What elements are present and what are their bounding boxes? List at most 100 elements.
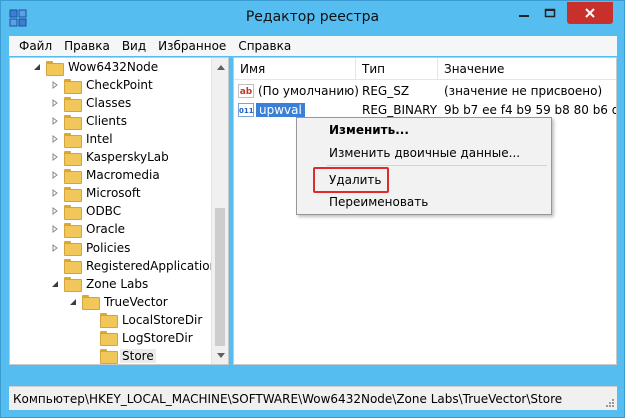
collapsed-arrow-icon[interactable] xyxy=(50,80,60,90)
menu-item-modify-binary[interactable]: Изменить двоичные данные... xyxy=(329,143,520,163)
menu-view[interactable]: Вид xyxy=(116,39,152,53)
title-bar[interactable]: Редактор реестра xyxy=(1,1,624,35)
menu-file[interactable]: Файл xyxy=(13,39,58,53)
tree-scrollbar[interactable] xyxy=(211,58,228,364)
value-type: REG_SZ xyxy=(362,84,410,98)
folder-icon xyxy=(64,96,82,112)
menu-favorites[interactable]: Избранное xyxy=(152,39,232,53)
status-bar: Компьютер\HKEY_LOCAL_MACHINE\SOFTWARE\Wo… xyxy=(9,386,617,410)
tree-item[interactable]: Classes xyxy=(50,94,133,112)
tree-item[interactable]: ODBC xyxy=(50,202,123,220)
tree-item-label: TrueVector xyxy=(104,294,168,309)
expanded-arrow-icon[interactable] xyxy=(32,62,42,72)
tree-item[interactable]: CheckPoint xyxy=(50,76,155,94)
tree-item[interactable]: Policies xyxy=(50,239,132,257)
folder-icon xyxy=(100,331,118,347)
menu-item-rename[interactable]: Переименовать xyxy=(329,192,428,212)
tree-item-label: Wow6432Node xyxy=(68,60,159,74)
value-data: (значение не присвоено) xyxy=(444,84,603,98)
folder-icon xyxy=(64,241,82,256)
tree-item[interactable]: Intel xyxy=(50,130,115,148)
collapsed-arrow-icon[interactable] xyxy=(50,116,60,126)
menu-bar: Файл Правка Вид Избранное Справка xyxy=(9,36,617,56)
tree-item-label: Store xyxy=(120,348,156,363)
tree-item[interactable]: LogStoreDir xyxy=(86,329,195,347)
column-header-value[interactable]: Значение xyxy=(438,58,616,80)
tree-item-label: Classes xyxy=(86,96,132,111)
no-expander xyxy=(50,261,60,271)
no-expander xyxy=(86,315,96,325)
tree-item[interactable]: Oracle xyxy=(50,220,127,238)
tree-item-label: CheckPoint xyxy=(86,78,153,93)
scroll-thumb[interactable] xyxy=(215,208,225,346)
status-path: Компьютер\HKEY_LOCAL_MACHINE\SOFTWARE\Wo… xyxy=(13,392,563,406)
resize-grip-icon[interactable] xyxy=(605,398,615,408)
tree-item-label: LogStoreDir xyxy=(122,330,193,345)
expanded-arrow-icon[interactable] xyxy=(68,297,78,307)
tree-item[interactable]: Clients xyxy=(50,112,129,130)
tree-item[interactable]: RegisteredApplications xyxy=(50,257,225,275)
menu-edit[interactable]: Правка xyxy=(58,39,116,53)
folder-icon xyxy=(64,222,82,238)
string-value-icon: ab xyxy=(238,84,254,98)
no-expander xyxy=(86,351,96,361)
minimize-icon xyxy=(519,15,529,17)
collapsed-arrow-icon[interactable] xyxy=(50,188,60,198)
tree-item-label: Clients xyxy=(86,114,127,129)
tree-item[interactable]: Microsoft xyxy=(50,184,143,202)
arrow-down-icon xyxy=(216,352,225,358)
menu-item-delete[interactable]: Удалить xyxy=(329,170,382,190)
tree-item-label: Oracle xyxy=(86,222,126,237)
list-header: Имя Тип Значение xyxy=(234,58,616,80)
tree-item-label: RegisteredApplications xyxy=(86,258,224,273)
tree-item[interactable]: Macromedia xyxy=(50,166,162,184)
tree-item[interactable]: LocalStoreDir xyxy=(86,311,204,329)
tree-item-label: LocalStoreDir xyxy=(122,312,203,327)
tree-item-label: Zone Labs xyxy=(86,276,149,291)
tree-item-label: Policies xyxy=(86,240,131,255)
folder-icon xyxy=(100,313,118,329)
tree-item-label: Macromedia xyxy=(86,168,160,183)
collapsed-arrow-icon[interactable] xyxy=(50,98,60,108)
tree-item-label: Microsoft xyxy=(86,186,141,201)
collapsed-arrow-icon[interactable] xyxy=(50,152,60,162)
close-icon xyxy=(585,8,595,18)
folder-icon xyxy=(64,277,82,293)
binary-value-icon: 011 xyxy=(238,103,254,117)
menu-item-modify[interactable]: Изменить... xyxy=(329,120,409,140)
folder-icon xyxy=(64,204,82,220)
column-header-type[interactable]: Тип xyxy=(356,58,438,80)
tree-item[interactable]: Store xyxy=(86,347,156,364)
scroll-up-arrow[interactable] xyxy=(212,58,228,75)
tree-item-label: Intel xyxy=(86,132,113,147)
collapsed-arrow-icon[interactable] xyxy=(50,224,60,234)
no-expander xyxy=(86,333,96,343)
column-header-name[interactable]: Имя xyxy=(234,58,356,80)
close-button[interactable] xyxy=(567,2,613,24)
minimize-button[interactable] xyxy=(511,2,537,24)
menu-separator xyxy=(327,165,547,166)
collapsed-arrow-icon[interactable] xyxy=(50,170,60,180)
menu-help[interactable]: Справка xyxy=(232,39,297,53)
registry-tree[interactable]: Wow6432Node CheckPoint Classes Clients Intel… xyxy=(9,57,229,365)
tree-item[interactable]: TrueVector xyxy=(68,293,170,311)
folder-icon xyxy=(82,295,100,311)
expanded-arrow-icon[interactable] xyxy=(50,279,60,289)
collapsed-arrow-icon[interactable] xyxy=(50,134,60,144)
folder-icon xyxy=(64,114,82,130)
collapsed-arrow-icon[interactable] xyxy=(50,243,60,253)
maximize-button[interactable] xyxy=(537,2,563,24)
folder-icon xyxy=(64,259,82,275)
folder-icon xyxy=(64,132,82,148)
tree-item-label: KasperskyLab xyxy=(86,150,169,165)
tree-item[interactable]: KasperskyLab xyxy=(50,148,171,166)
scroll-down-arrow[interactable] xyxy=(212,347,228,364)
tree-item-label: ODBC xyxy=(86,204,122,219)
tree-item[interactable]: Wow6432Node xyxy=(32,58,160,76)
tree-item[interactable]: Zone Labs xyxy=(50,275,150,293)
collapsed-arrow-icon[interactable] xyxy=(50,206,60,216)
list-row-default[interactable]: ab (По умолчанию) REG_SZ (значение не пр… xyxy=(234,82,616,101)
context-menu: Изменить... Изменить двоичные данные... … xyxy=(296,117,552,215)
folder-icon xyxy=(100,349,118,364)
folder-icon xyxy=(64,150,82,166)
